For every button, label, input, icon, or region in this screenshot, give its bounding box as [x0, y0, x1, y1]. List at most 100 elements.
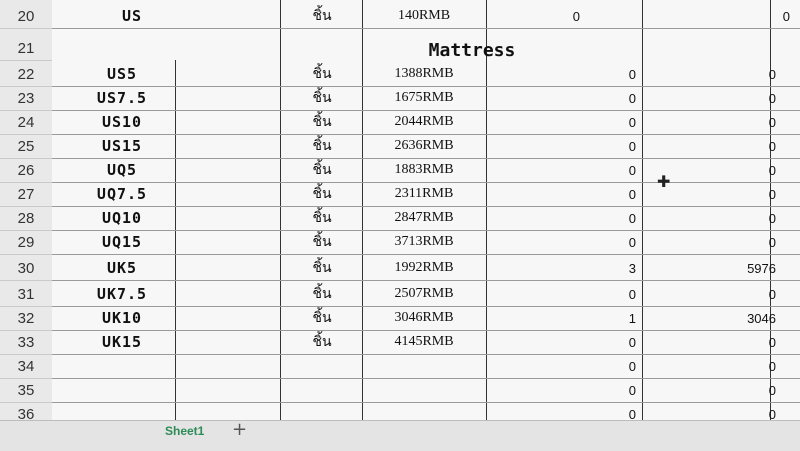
table-row: UK5 ชิ้น 1992RMB 3 5976 [52, 256, 800, 281]
quantity-cell[interactable]: 0 [552, 354, 642, 378]
quantity-cell[interactable]: 0 [552, 86, 642, 110]
row-number[interactable]: 35 [0, 378, 52, 403]
total-cell[interactable]: 0 [652, 230, 782, 254]
unit-cell[interactable]: ชิ้น [282, 4, 362, 28]
table-row: UQ10 ชิ้น 2847RMB 0 0 [52, 206, 800, 231]
price-cell[interactable]: 140RMB [364, 4, 484, 28]
item-code-cell[interactable]: UK5 [72, 256, 172, 280]
unit-cell[interactable]: ชิ้น [282, 182, 362, 206]
unit-cell[interactable]: ชิ้น [282, 110, 362, 134]
quantity-cell[interactable]: 0 [552, 282, 642, 306]
price-cell[interactable]: 2507RMB [364, 282, 484, 306]
price-cell[interactable]: 2636RMB [364, 134, 484, 158]
sheet-tab[interactable]: Sheet1 [165, 424, 204, 438]
price-cell[interactable]: 1883RMB [364, 158, 484, 182]
unit-cell[interactable]: ชิ้น [282, 134, 362, 158]
total-cell[interactable]: 0 [652, 378, 782, 402]
row-number[interactable]: 22 [0, 62, 52, 87]
table-row: UQ15 ชิ้น 3713RMB 0 0 [52, 230, 800, 255]
row-number[interactable]: 27 [0, 182, 52, 207]
table-row: US7.5 ชิ้น 1675RMB 0 0 [52, 86, 800, 111]
price-cell[interactable]: 2847RMB [364, 206, 484, 230]
unit-cell[interactable]: ชิ้น [282, 330, 362, 354]
unit-cell[interactable]: ชิ้น [282, 206, 362, 230]
table-row: 0 0 [52, 378, 800, 403]
quantity-cell[interactable]: 3 [552, 256, 642, 280]
total-cell[interactable]: 0 [652, 330, 782, 354]
quantity-cell[interactable]: 0 [552, 158, 642, 182]
item-code-cell[interactable]: UQ15 [72, 230, 172, 254]
item-code-cell[interactable]: UQ5 [72, 158, 172, 182]
row-number[interactable]: 32 [0, 306, 52, 331]
row-number[interactable]: 25 [0, 134, 52, 159]
item-code-cell[interactable]: UK15 [72, 330, 172, 354]
row-number[interactable]: 34 [0, 354, 52, 379]
row-number[interactable]: 26 [0, 158, 52, 183]
item-code-cell[interactable]: US7.5 [72, 86, 172, 110]
sheet-tab-bar: Sheet1 + [0, 419, 800, 451]
table-row: UK7.5 ชิ้น 2507RMB 0 0 [52, 282, 800, 307]
table-row: UQ7.5 ชิ้น 2311RMB 0 0 [52, 182, 800, 207]
row-number[interactable]: 23 [0, 86, 52, 111]
quantity-cell[interactable]: 0 [552, 134, 642, 158]
row-number[interactable]: 33 [0, 330, 52, 355]
unit-cell[interactable]: ชิ้น [282, 158, 362, 182]
table-row: US15 ชิ้น 2636RMB 0 0 [52, 134, 800, 159]
row-number[interactable]: 21 [0, 36, 52, 61]
unit-cell[interactable]: ชิ้น [282, 230, 362, 254]
total-cell[interactable]: 0 [652, 134, 782, 158]
total-cell[interactable]: 0 [652, 354, 782, 378]
total-cell[interactable]: 0 [672, 4, 796, 28]
quantity-cell[interactable]: 0 [552, 110, 642, 134]
quantity-cell[interactable]: 1 [552, 306, 642, 330]
quantity-cell[interactable]: 0 [552, 330, 642, 354]
total-cell[interactable]: 0 [652, 206, 782, 230]
row-number[interactable]: 20 [0, 4, 52, 29]
total-cell[interactable]: 0 [652, 86, 782, 110]
price-cell[interactable]: 2311RMB [364, 182, 484, 206]
total-cell[interactable]: 0 [652, 110, 782, 134]
quantity-cell[interactable]: 0 [552, 230, 642, 254]
item-code-cell[interactable]: US15 [72, 134, 172, 158]
table-row: UQ5 ชิ้น 1883RMB 0 0 [52, 158, 800, 183]
price-cell[interactable]: 1388RMB [364, 62, 484, 86]
unit-cell[interactable]: ชิ้น [282, 62, 362, 86]
unit-cell[interactable]: ชิ้น [282, 256, 362, 280]
item-code-cell[interactable]: US10 [72, 110, 172, 134]
item-code-cell[interactable]: UQ10 [72, 206, 172, 230]
quantity-cell[interactable]: 0 [552, 62, 642, 86]
price-cell[interactable]: 1992RMB [364, 256, 484, 280]
price-cell[interactable]: 4145RMB [364, 330, 484, 354]
price-cell[interactable]: 2044RMB [364, 110, 484, 134]
spreadsheet-grid[interactable]: US ชิ้น 140RMB 0 0 Mattress US5 ชิ้น 138… [52, 0, 800, 427]
item-code-cell[interactable]: UQ7.5 [72, 182, 172, 206]
section-title[interactable]: Mattress [352, 40, 592, 61]
total-cell[interactable]: 0 [652, 182, 782, 206]
total-cell[interactable]: 0 [652, 62, 782, 86]
price-cell[interactable]: 1675RMB [364, 86, 484, 110]
row-number[interactable]: 29 [0, 230, 52, 255]
quantity-cell[interactable]: 0 [552, 206, 642, 230]
quantity-cell[interactable]: 0 [552, 378, 642, 402]
quantity-cell[interactable]: 0 [552, 182, 642, 206]
row-number[interactable]: 24 [0, 110, 52, 135]
row-number[interactable]: 28 [0, 206, 52, 231]
quantity-cell[interactable]: 0 [502, 4, 586, 28]
item-code-cell[interactable]: UK7.5 [72, 282, 172, 306]
plus-icon[interactable]: + [232, 419, 247, 440]
total-cell[interactable]: 3046 [652, 306, 782, 330]
item-code-cell[interactable]: UK10 [72, 306, 172, 330]
row-number[interactable]: 31 [0, 282, 52, 307]
unit-cell[interactable]: ชิ้น [282, 86, 362, 110]
total-cell[interactable]: 0 [652, 158, 782, 182]
table-row: US10 ชิ้น 2044RMB 0 0 [52, 110, 800, 135]
item-code-cell[interactable]: US [92, 4, 172, 28]
price-cell[interactable]: 3046RMB [364, 306, 484, 330]
row-number[interactable]: 30 [0, 256, 52, 281]
item-code-cell[interactable]: US5 [72, 62, 172, 86]
price-cell[interactable]: 3713RMB [364, 230, 484, 254]
total-cell[interactable]: 5976 [652, 256, 782, 280]
unit-cell[interactable]: ชิ้น [282, 282, 362, 306]
unit-cell[interactable]: ชิ้น [282, 306, 362, 330]
total-cell[interactable]: 0 [652, 282, 782, 306]
